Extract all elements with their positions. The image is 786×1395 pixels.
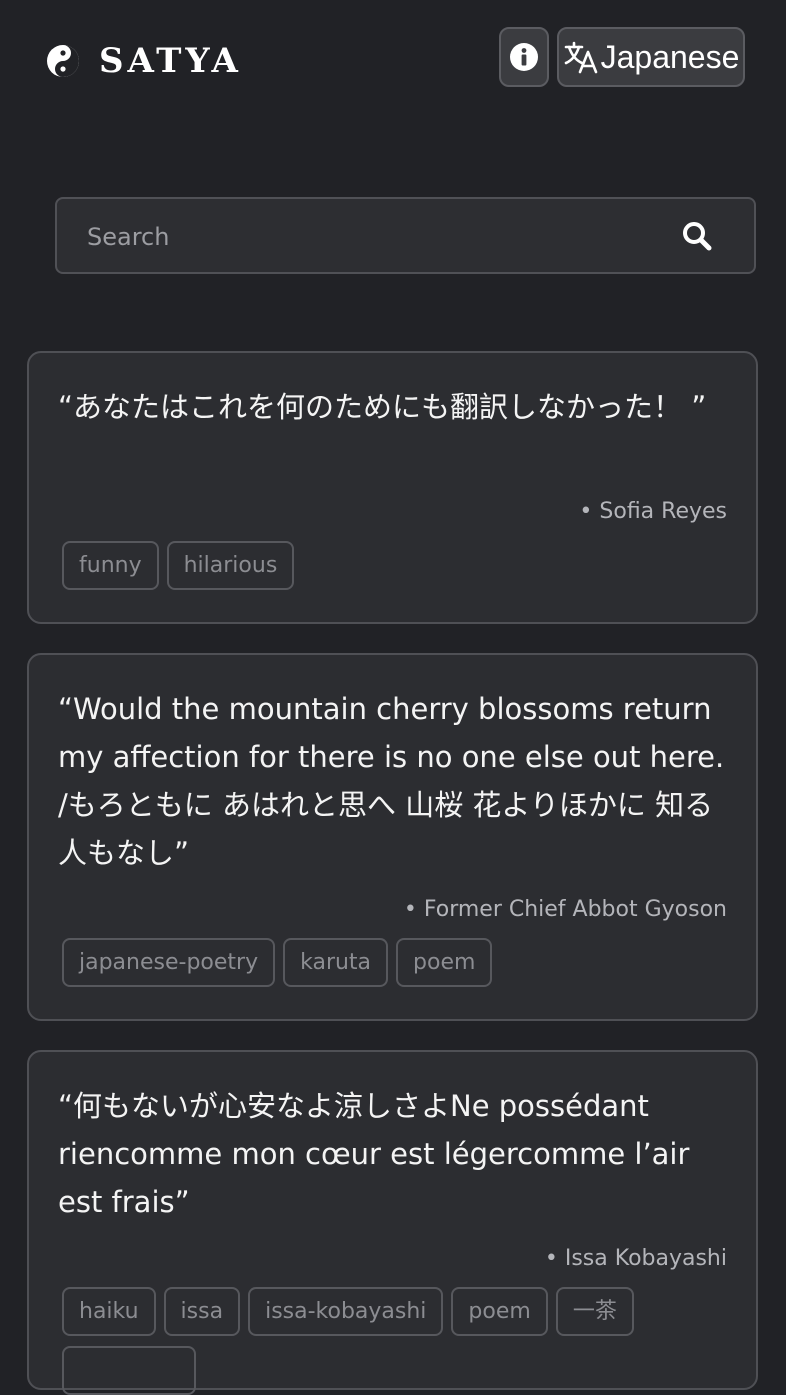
search-icon[interactable] bbox=[681, 220, 713, 252]
search-input[interactable] bbox=[85, 199, 649, 274]
language-button[interactable]: Japanese bbox=[557, 27, 745, 87]
quote-text: “あなたはこれを何のためにも翻訳しなかった！ ” bbox=[58, 390, 707, 424]
brand-name: SATYA bbox=[99, 41, 242, 81]
tag[interactable]: funny bbox=[62, 541, 159, 590]
info-button[interactable] bbox=[499, 27, 549, 87]
tag[interactable]: hilarious bbox=[166, 541, 295, 590]
language-label: Japanese bbox=[600, 38, 740, 75]
quote-author[interactable]: • Issa Kobayashi bbox=[545, 1246, 727, 1271]
app-header: SATYA Japanese bbox=[0, 0, 786, 120]
quote-text: “Would the mountain cherry blossoms retu… bbox=[58, 692, 725, 870]
tag[interactable]: poem bbox=[396, 938, 493, 987]
tag-list: japanese-poetry karuta poem bbox=[62, 938, 732, 987]
brand[interactable]: SATYA bbox=[45, 38, 242, 84]
tag[interactable]: issa-kobayashi bbox=[248, 1287, 444, 1336]
tag[interactable]: poem bbox=[451, 1287, 548, 1336]
quote-card[interactable]: “何もないが心安なよ涼しさよNe possédant riencomme mon… bbox=[27, 1050, 758, 1395]
tag-list: haiku issa issa-kobayashi poem 一茶 bbox=[62, 1287, 732, 1395]
yin-yang-icon bbox=[47, 45, 79, 77]
quote-card[interactable]: “あなたはこれを何のためにも翻訳しなかった！ ” • Sofia Reyes f… bbox=[27, 351, 758, 624]
quote-text: “何もないが心安なよ涼しさよNe possédant riencomme mon… bbox=[58, 1089, 690, 1219]
tag[interactable]: 一茶 bbox=[555, 1287, 634, 1336]
tag-list: funny hilarious bbox=[62, 541, 732, 590]
tag[interactable]: karuta bbox=[283, 938, 389, 987]
info-icon bbox=[510, 43, 538, 71]
quote-author[interactable]: • Former Chief Abbot Gyoson bbox=[404, 897, 727, 922]
quote-card[interactable]: “Would the mountain cherry blossoms retu… bbox=[27, 653, 758, 1021]
tag[interactable]: japanese-poetry bbox=[62, 938, 276, 987]
tag[interactable]: haiku bbox=[62, 1287, 156, 1336]
tag[interactable]: issa bbox=[163, 1287, 241, 1336]
search-bar bbox=[55, 197, 756, 274]
translate-icon bbox=[564, 41, 597, 74]
tag[interactable] bbox=[62, 1346, 196, 1395]
quote-author[interactable]: • Sofia Reyes bbox=[579, 499, 727, 524]
